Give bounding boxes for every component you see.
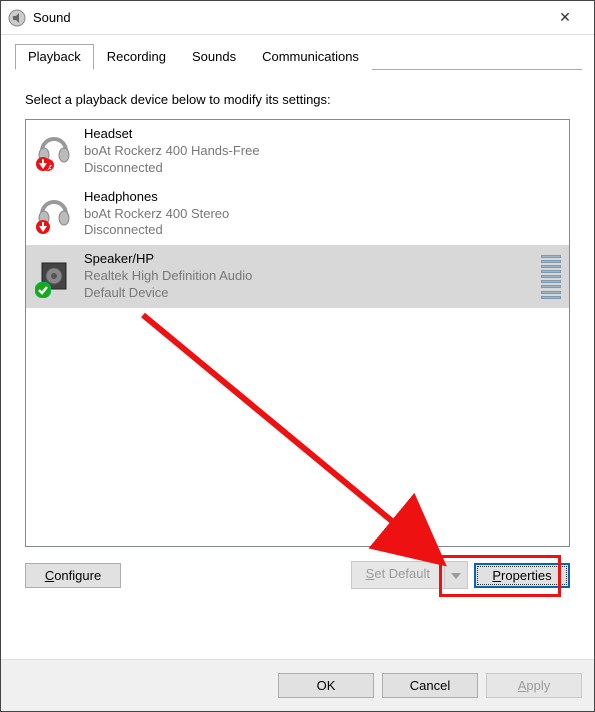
device-status: Default Device	[84, 285, 535, 302]
sound-dialog: Sound ✕ Playback Recording Sounds Commun…	[0, 0, 595, 712]
device-status: Disconnected	[84, 160, 561, 177]
device-text: Headphones boAt Rockerz 400 Stereo Disco…	[84, 189, 561, 240]
device-status: Disconnected	[84, 222, 561, 239]
configure-button[interactable]: Configure	[25, 563, 121, 588]
cancel-button[interactable]: Cancel	[382, 673, 478, 698]
ok-button[interactable]: OK	[278, 673, 374, 698]
device-row-headset[interactable]: Headset boAt Rockerz 400 Hands-Free Disc…	[26, 120, 569, 183]
device-sub: boAt Rockerz 400 Stereo	[84, 206, 561, 223]
device-row-headphones[interactable]: Headphones boAt Rockerz 400 Stereo Disco…	[26, 183, 569, 246]
window-title: Sound	[33, 10, 542, 25]
title-bar: Sound ✕	[1, 1, 594, 35]
headphones-icon	[34, 194, 74, 234]
close-button[interactable]: ✕	[542, 1, 588, 35]
device-list[interactable]: Headset boAt Rockerz 400 Hands-Free Disc…	[25, 119, 570, 547]
volume-meter	[541, 255, 561, 299]
tab-sounds[interactable]: Sounds	[179, 44, 249, 70]
dialog-button-row: OK Cancel Apply	[1, 659, 594, 711]
instruction-text: Select a playback device below to modify…	[25, 92, 570, 107]
tab-strip: Playback Recording Sounds Communications	[15, 43, 582, 70]
set-default-dropdown	[444, 561, 468, 589]
sound-icon	[7, 8, 27, 28]
headset-icon	[34, 131, 74, 171]
panel-button-row: Configure Set Default Properties	[25, 561, 570, 589]
chevron-down-icon	[451, 573, 461, 579]
properties-button[interactable]: Properties	[474, 563, 570, 588]
playback-panel: Select a playback device below to modify…	[13, 70, 582, 601]
device-text: Speaker/HP Realtek High Definition Audio…	[84, 251, 535, 302]
speaker-icon	[34, 257, 74, 297]
set-default-button: Set Default	[351, 561, 468, 589]
device-sub: boAt Rockerz 400 Hands-Free	[84, 143, 561, 160]
device-sub: Realtek High Definition Audio	[84, 268, 535, 285]
device-name: Headphones	[84, 189, 561, 206]
device-text: Headset boAt Rockerz 400 Hands-Free Disc…	[84, 126, 561, 177]
tab-recording[interactable]: Recording	[94, 44, 179, 70]
tab-playback[interactable]: Playback	[15, 44, 94, 70]
dialog-content: Playback Recording Sounds Communications…	[1, 35, 594, 601]
device-row-speaker[interactable]: Speaker/HP Realtek High Definition Audio…	[26, 245, 569, 308]
apply-button: Apply	[486, 673, 582, 698]
device-name: Speaker/HP	[84, 251, 535, 268]
device-name: Headset	[84, 126, 561, 143]
tab-communications[interactable]: Communications	[249, 44, 372, 70]
